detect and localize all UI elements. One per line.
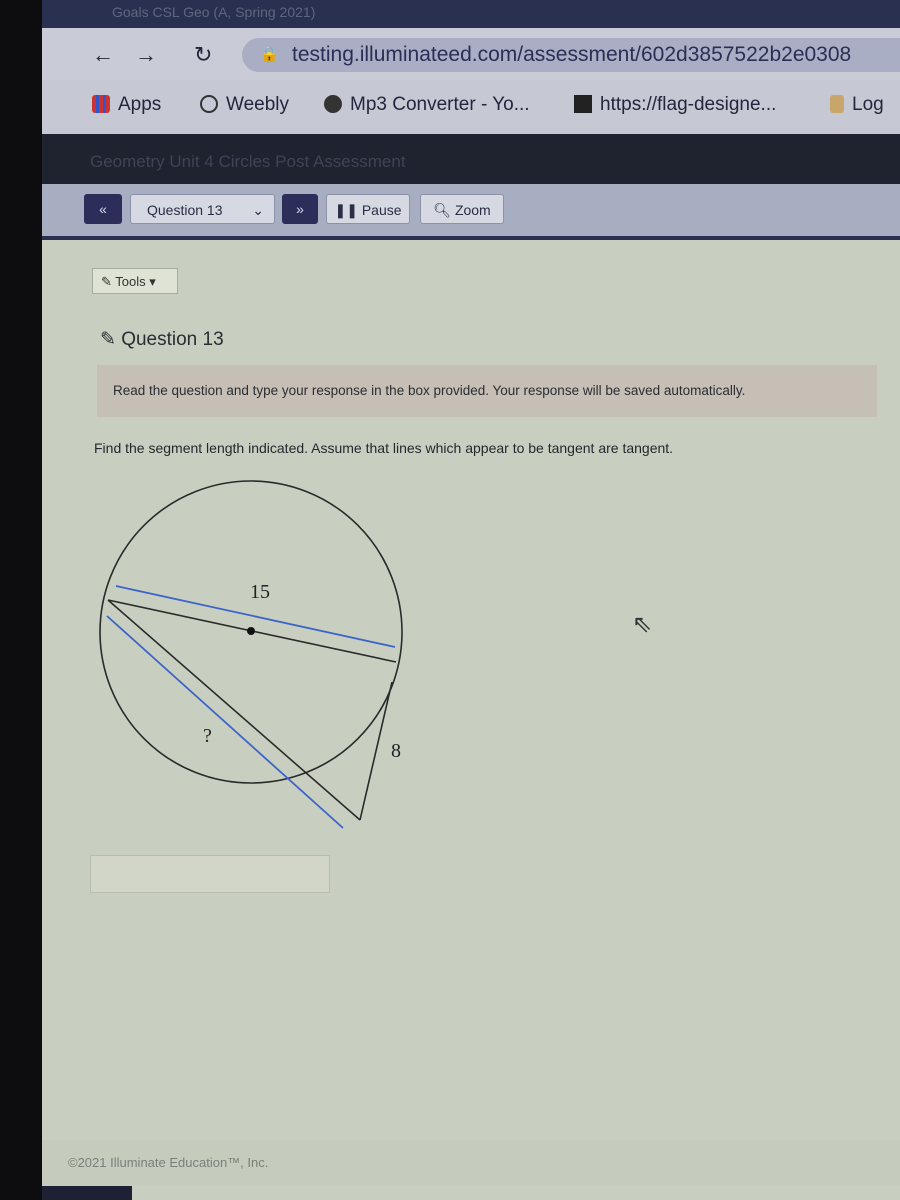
unknown-measure bbox=[106, 615, 344, 829]
assessment-title: Geometry Unit 4 Circles Post Assessment bbox=[90, 152, 406, 171]
flag-icon bbox=[574, 95, 592, 113]
next-question-button[interactable]: » bbox=[282, 194, 318, 224]
bookmark-flag-designer[interactable]: https://flag-designe... bbox=[574, 94, 776, 116]
reload-icon[interactable]: ↻ bbox=[194, 42, 212, 68]
search-icon: 🔍︎ bbox=[433, 202, 452, 218]
film-reel-icon bbox=[324, 95, 342, 113]
chevron-down-icon: ⌄ bbox=[252, 202, 264, 218]
address-bar-row: ← → ↻ 🔒 testing.illuminateed.com/assessm… bbox=[42, 28, 900, 80]
bookmark-mp3-converter[interactable]: Mp3 Converter - Yo... bbox=[324, 94, 530, 116]
apps-grid-icon bbox=[92, 95, 110, 113]
assessment-title-bar: Geometry Unit 4 Circles Post Assessment bbox=[42, 134, 900, 184]
url-text: testing.illuminateed.com/assessment/602d… bbox=[292, 43, 852, 66]
bookmark-label: https://flag-designe... bbox=[600, 94, 777, 115]
back-icon[interactable]: ← bbox=[92, 42, 114, 68]
mouse-cursor-icon: ⇖ bbox=[632, 611, 653, 638]
question-select-value: Question 13 bbox=[147, 202, 223, 218]
browser-tab[interactable]: Goals CSL Geo (A, Spring 2021) bbox=[42, 0, 900, 28]
taskbar bbox=[42, 1186, 132, 1200]
tangent-label: 8 bbox=[391, 740, 401, 762]
palm-tree-icon bbox=[830, 95, 844, 113]
bookmark-log[interactable]: Log bbox=[830, 94, 884, 116]
circle-diagram: 15 ? 8 bbox=[99, 480, 403, 829]
copyright-text: ©2021 Illuminate Education™, Inc. bbox=[68, 1155, 269, 1170]
bookmark-label: Mp3 Converter - Yo... bbox=[350, 94, 530, 115]
question-content: ✎ Tools ▾ ✎ Question 13 Read the questio… bbox=[42, 240, 900, 1140]
zoom-button[interactable]: 🔍︎ Zoom bbox=[420, 194, 504, 224]
bookmark-weebly[interactable]: Weebly bbox=[200, 94, 289, 116]
diameter-label: 15 bbox=[250, 581, 270, 603]
question-toolbar: « Question 13 ⌄ » ❚❚ Pause 🔍︎ Zoom bbox=[42, 184, 900, 240]
question-select[interactable]: Question 13 ⌄ bbox=[130, 194, 275, 224]
pause-icon: ❚❚ bbox=[334, 202, 358, 218]
tab-title: Goals CSL Geo (A, Spring 2021) bbox=[112, 4, 316, 20]
pause-button[interactable]: ❚❚ Pause bbox=[326, 194, 410, 224]
lock-icon: 🔒 bbox=[260, 46, 279, 63]
previous-question-button[interactable]: « bbox=[84, 194, 122, 224]
url-field[interactable]: 🔒 testing.illuminateed.com/assessment/60… bbox=[242, 38, 900, 72]
pause-label: Pause bbox=[361, 202, 402, 218]
bookmark-apps[interactable]: Apps bbox=[92, 94, 161, 116]
bookmark-label: Log bbox=[852, 94, 884, 115]
zoom-label: Zoom bbox=[454, 202, 491, 218]
answer-input[interactable] bbox=[90, 855, 330, 893]
bookmark-label: Weebly bbox=[226, 94, 290, 115]
unknown-label: ? bbox=[203, 725, 212, 747]
bookmark-label: Apps bbox=[118, 94, 162, 115]
weebly-icon bbox=[200, 95, 218, 113]
screen: Goals CSL Geo (A, Spring 2021) ← → ↻ 🔒 t… bbox=[42, 0, 900, 1200]
footer: ©2021 Illuminate Education™, Inc. bbox=[42, 1140, 900, 1186]
center-point bbox=[247, 627, 255, 635]
secant-line bbox=[107, 599, 361, 821]
bookmarks-bar: Apps Weebly Mp3 Converter - Yo... https:… bbox=[42, 80, 900, 134]
forward-icon[interactable]: → bbox=[135, 42, 157, 68]
tangent-line bbox=[359, 681, 393, 821]
